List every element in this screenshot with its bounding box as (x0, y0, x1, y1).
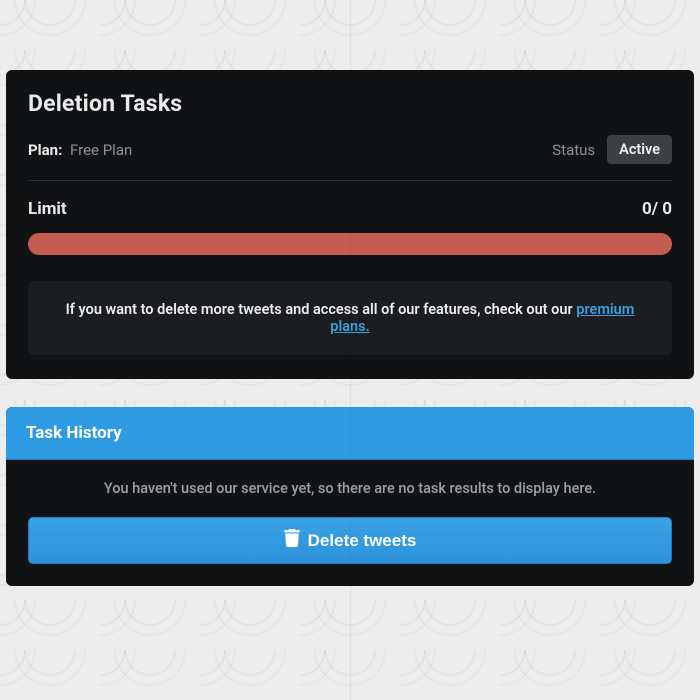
status-label: Status (552, 141, 595, 159)
deletion-tasks-card: Deletion Tasks Plan: Free Plan Status Ac… (6, 70, 694, 379)
plan-value: Free Plan (70, 141, 132, 159)
plan-info: Plan: Free Plan (28, 141, 132, 159)
status-badge: Active (607, 135, 672, 164)
limit-value: 0/ 0 (642, 199, 672, 219)
deletion-tasks-title: Deletion Tasks (28, 90, 672, 117)
task-history-header: Task History (6, 407, 694, 460)
limit-row: Limit 0/ 0 (28, 199, 672, 219)
delete-tweets-button-label: Delete tweets (308, 531, 417, 551)
limit-label: Limit (28, 199, 67, 219)
limit-progress-bar (28, 233, 672, 255)
task-history-empty-message: You haven't used our service yet, so the… (28, 480, 672, 497)
upgrade-callout-text: If you want to delete more tweets and ac… (66, 301, 577, 318)
upgrade-callout: If you want to delete more tweets and ac… (28, 281, 672, 355)
task-history-card: Task History You haven't used our servic… (6, 407, 694, 586)
delete-tweets-button[interactable]: Delete tweets (28, 517, 672, 564)
trash-icon (284, 529, 300, 552)
task-history-title: Task History (26, 423, 674, 443)
plan-label: Plan: (28, 141, 62, 159)
plan-status-row: Plan: Free Plan Status Active (28, 135, 672, 181)
